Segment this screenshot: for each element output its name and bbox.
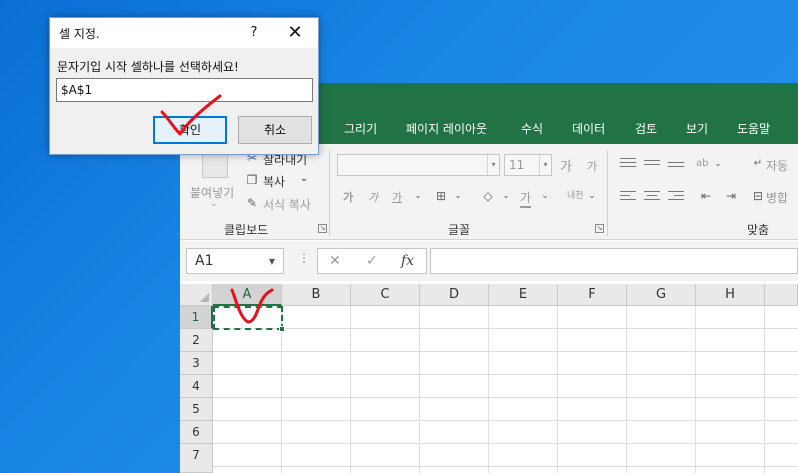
name-box-value: A1 (195, 253, 214, 269)
format-painter-button[interactable]: 서식 복사 (263, 196, 311, 213)
tab-page-layout[interactable]: 페이지 레이아웃 (406, 120, 487, 137)
alignment-group-label: 맞춤 (747, 223, 770, 237)
name-box[interactable]: A1 ▼ (186, 248, 284, 274)
tab-review[interactable]: 검토 (635, 120, 657, 137)
cancel-icon[interactable]: ✕ (329, 253, 341, 269)
row-header[interactable]: 2 (180, 329, 213, 352)
clipboard-group-label: 클립보드 (224, 223, 269, 237)
select-all-button[interactable] (180, 284, 213, 306)
copy-icon: ❐ (246, 173, 258, 187)
cancel-button[interactable]: 취소 (238, 116, 312, 144)
paste-dropdown-chevron-icon[interactable]: ⌄ (210, 199, 218, 209)
border-chevron-icon[interactable]: ⌄ (450, 188, 466, 204)
fill-color-icon[interactable]: ◇ (480, 188, 496, 204)
italic-button[interactable]: 가 (368, 189, 378, 205)
tab-data[interactable]: 데이터 (572, 120, 605, 137)
column-header[interactable]: E (489, 284, 558, 306)
formula-buttons: ✕ ✓ fx (317, 248, 427, 274)
font-color-button[interactable]: 가 (520, 189, 532, 208)
worksheet-grid: A B C D E F G H 1 2 3 4 5 6 7 (180, 284, 798, 473)
shrink-font-button[interactable]: 가 (587, 158, 597, 174)
merge-button[interactable]: 병합 (766, 189, 788, 206)
grow-font-button[interactable]: 가 (560, 156, 572, 175)
name-box-chevron-icon[interactable]: ▼ (269, 257, 275, 266)
dialog-prompt: 문자기입 시작 셀하나를 선택하세요! (57, 60, 239, 74)
cell-area[interactable] (213, 306, 798, 473)
align-bottom-icon[interactable] (668, 162, 684, 174)
font-launcher-icon[interactable]: ↘ (595, 224, 604, 233)
ribbon-separator (329, 150, 330, 236)
copy-dropdown-chevron-icon[interactable]: ⌄ (300, 173, 308, 184)
dialog-titlebar[interactable]: 셀 지정. ? ✕ (50, 18, 318, 48)
tab-view[interactable]: 보기 (686, 120, 708, 137)
format-painter-icon: ✎ (246, 196, 258, 210)
wrap-text-button[interactable]: 자동 (766, 157, 788, 174)
column-header[interactable]: G (627, 284, 696, 306)
ok-button[interactable]: 확인 (153, 116, 227, 144)
column-header[interactable]: D (420, 284, 489, 306)
dialog-title: 셀 지정. (59, 27, 100, 41)
font-name-chevron-icon: ▾ (487, 155, 499, 175)
column-header[interactable]: B (282, 284, 351, 306)
formula-bar: A1 ▼ ⋮ ✕ ✓ fx (180, 241, 798, 281)
orientation-chevron-icon[interactable]: ⌄ (710, 156, 726, 172)
formula-input[interactable] (430, 248, 798, 274)
wrap-text-icon: ↵ (753, 158, 763, 169)
column-header[interactable]: F (558, 284, 627, 306)
align-center-icon[interactable] (644, 191, 660, 203)
insert-function-icon[interactable]: fx (401, 253, 414, 269)
ribbon: 붙여넣기 ⌄ ✂ 잘라내기 ❐ 복사 ⌄ ✎ 서식 복사 클립보드 ↘ ▾ 11… (180, 144, 798, 240)
column-header[interactable]: C (351, 284, 420, 306)
enter-icon[interactable]: ✓ (366, 253, 378, 269)
phonetic-chevron-icon[interactable]: ⌄ (584, 188, 600, 204)
row-header[interactable]: 1 (180, 306, 213, 329)
cell-reference-input[interactable] (56, 78, 313, 102)
column-header[interactable]: A (213, 284, 282, 306)
row-header[interactable]: 5 (180, 398, 213, 421)
font-size-box[interactable]: 11 ▾ (504, 154, 552, 176)
formula-bar-grip-icon[interactable]: ⋮ (298, 251, 310, 265)
cell-select-dialog: 셀 지정. ? ✕ 문자기입 시작 셀하나를 선택하세요! 확인 취소 (49, 17, 319, 155)
fill-handle[interactable] (279, 326, 285, 332)
align-top-icon[interactable] (620, 158, 636, 170)
help-icon[interactable]: ? (243, 22, 265, 44)
phonetic-button[interactable]: 내천 (567, 188, 584, 201)
close-icon[interactable]: ✕ (284, 22, 306, 44)
tab-draw[interactable]: 그리기 (344, 120, 377, 137)
align-right-icon[interactable] (668, 191, 684, 203)
font-name-box[interactable]: ▾ (337, 154, 500, 176)
bold-button[interactable]: 가 (343, 189, 353, 205)
increase-indent-icon[interactable]: ⇥ (723, 188, 739, 204)
underline-chevron-icon[interactable]: ⌄ (410, 188, 426, 204)
active-cell-a1[interactable] (213, 306, 283, 330)
align-left-icon[interactable] (620, 191, 636, 203)
fill-chevron-icon[interactable]: ⌄ (498, 188, 514, 204)
column-header[interactable]: H (696, 284, 765, 306)
align-middle-icon[interactable] (644, 160, 660, 172)
row-header[interactable]: 6 (180, 421, 213, 444)
border-icon[interactable]: ⊞ (433, 188, 449, 204)
orientation-icon[interactable]: ab (696, 158, 708, 169)
font-group-label: 글꼴 (448, 223, 471, 237)
row-header[interactable]: 3 (180, 352, 213, 375)
row-header[interactable]: 7 (180, 444, 213, 473)
decrease-indent-icon[interactable]: ⇤ (698, 188, 714, 204)
merge-icon: ⊟ (752, 189, 764, 203)
copy-button[interactable]: 복사 (263, 173, 285, 190)
font-size-chevron-icon: ▾ (539, 155, 551, 175)
underline-button[interactable]: 가 (392, 189, 402, 205)
font-size-value: 11 (509, 158, 525, 172)
column-header-partial[interactable] (765, 284, 798, 306)
font-color-chevron-icon[interactable]: ⌄ (537, 188, 553, 204)
tab-formulas[interactable]: 수식 (521, 120, 543, 137)
tab-help[interactable]: 도움말 (737, 120, 770, 137)
clipboard-launcher-icon[interactable]: ↘ (318, 224, 327, 233)
row-header[interactable]: 4 (180, 375, 213, 398)
ribbon-separator (607, 150, 608, 236)
paste-icon[interactable] (202, 152, 228, 178)
